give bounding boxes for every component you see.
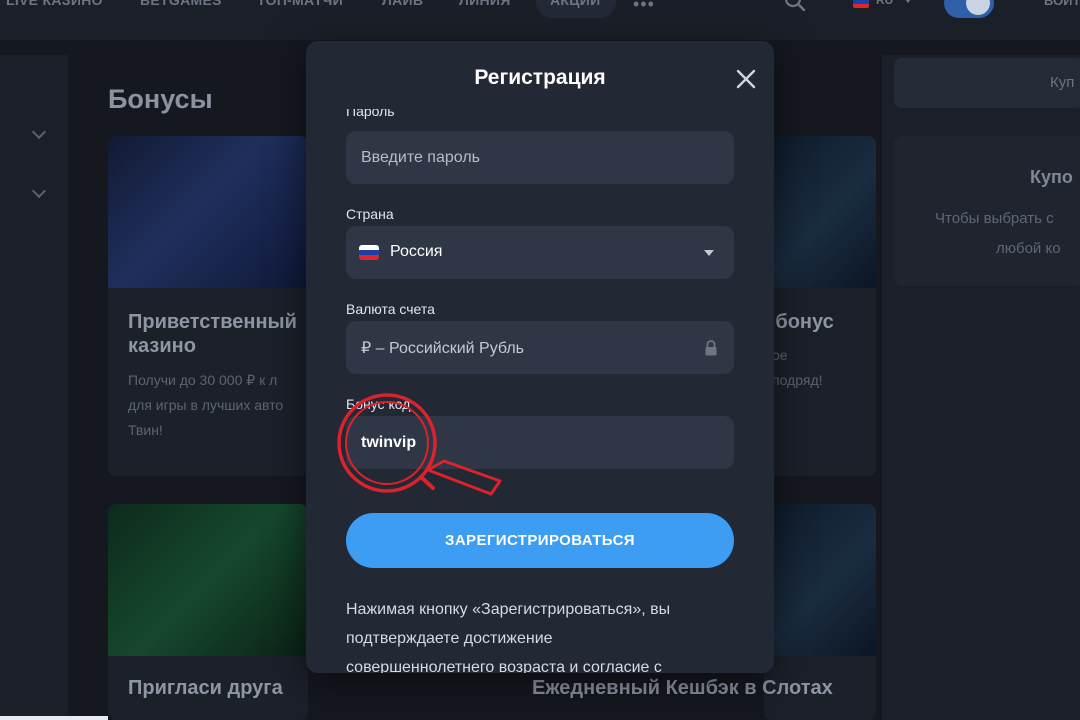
- chevron-down-icon: [904, 0, 912, 3]
- top-navigation: LIVE КАЗИНО BETGAMES ТОП-МАТЧИ ЛАЙВ ЛИНИ…: [0, 0, 1080, 40]
- coupon-title: Купо: [1030, 167, 1073, 187]
- currency-value: ₽ – Российский Рубль: [361, 340, 524, 357]
- terms-text: Нажимая кнопку «Зарегистрироваться», вы …: [346, 601, 671, 673]
- page-title: Бонусы: [108, 84, 213, 114]
- bonus-card-invite-friend[interactable]: Пригласи друга: [108, 504, 308, 720]
- coupon-hint: Чтобы выбрать с: [935, 210, 1054, 227]
- promo-code-input[interactable]: [346, 416, 734, 469]
- theme-toggle[interactable]: [944, 0, 994, 18]
- left-sidebar: [0, 55, 68, 720]
- promo-code-field[interactable]: [346, 416, 734, 469]
- bottom-strip: [0, 716, 108, 720]
- card-title-cashback: Ежедневный Кешбэк в Слотах: [532, 677, 833, 699]
- login-button[interactable]: ВОЙТ: [1044, 0, 1080, 8]
- card-image: [764, 504, 876, 656]
- card-image: [108, 136, 308, 288]
- password-label: Пароль: [346, 109, 395, 119]
- coupon-hint: любой ко: [996, 240, 1061, 257]
- modal-form: Пароль Страна Россия Валюта счета ₽ – Ро…: [306, 109, 774, 673]
- lock-icon: [705, 340, 717, 356]
- country-select[interactable]: Россия: [346, 226, 734, 279]
- nav-promotions[interactable]: АКЦИИ: [550, 0, 601, 8]
- russia-flag-icon: [359, 245, 379, 260]
- nav-top-matches[interactable]: ТОП-МАТЧИ: [257, 0, 343, 8]
- card-title: Приветственный казино: [128, 311, 297, 357]
- nav-betgames[interactable]: BETGAMES: [140, 0, 222, 8]
- bonus-card-express[interactable]: т бонус ое подряд!: [764, 136, 876, 476]
- register-button[interactable]: ЗАРЕГИСТРИРОВАТЬСЯ: [346, 513, 734, 568]
- password-input[interactable]: [346, 131, 734, 184]
- close-icon[interactable]: [734, 67, 758, 91]
- registration-modal: Регистрация Пароль Страна Россия Валюта …: [306, 41, 774, 673]
- nav-line[interactable]: ЛИНИЯ: [459, 0, 511, 8]
- country-value: Россия: [390, 243, 443, 260]
- russia-flag-icon[interactable]: [853, 0, 869, 8]
- chevron-down-icon[interactable]: [31, 124, 47, 140]
- currency-label: Валюта счета: [346, 301, 435, 317]
- card-title: Пригласи друга: [128, 677, 283, 699]
- search-icon[interactable]: [784, 0, 806, 12]
- nav-more-button[interactable]: •••: [633, 0, 655, 15]
- currency-field: ₽ – Российский Рубль: [346, 321, 734, 374]
- card-image: [764, 136, 876, 288]
- card-title: т бонус: [764, 311, 834, 333]
- language-selector[interactable]: RU: [876, 0, 893, 7]
- nav-live-casino[interactable]: LIVE КАЗИНО: [6, 0, 103, 8]
- nav-live[interactable]: ЛАЙВ: [382, 0, 423, 8]
- chevron-down-icon[interactable]: [31, 183, 47, 199]
- card-description: Получи до 30 000 ₽ к л для игры в лучших …: [128, 372, 284, 438]
- bonus-card-casino-welcome[interactable]: Приветственный казино Получи до 30 000 ₽ …: [108, 136, 308, 476]
- card-description: ое подряд!: [772, 347, 823, 388]
- promo-code-label: Бонус код: [346, 396, 411, 412]
- password-field[interactable]: [346, 131, 734, 184]
- chevron-down-icon: [704, 250, 714, 256]
- country-label: Страна: [346, 206, 394, 222]
- modal-title: Регистрация: [474, 66, 606, 89]
- card-image: [108, 504, 308, 656]
- coupon-tab[interactable]: Куп: [894, 58, 1080, 108]
